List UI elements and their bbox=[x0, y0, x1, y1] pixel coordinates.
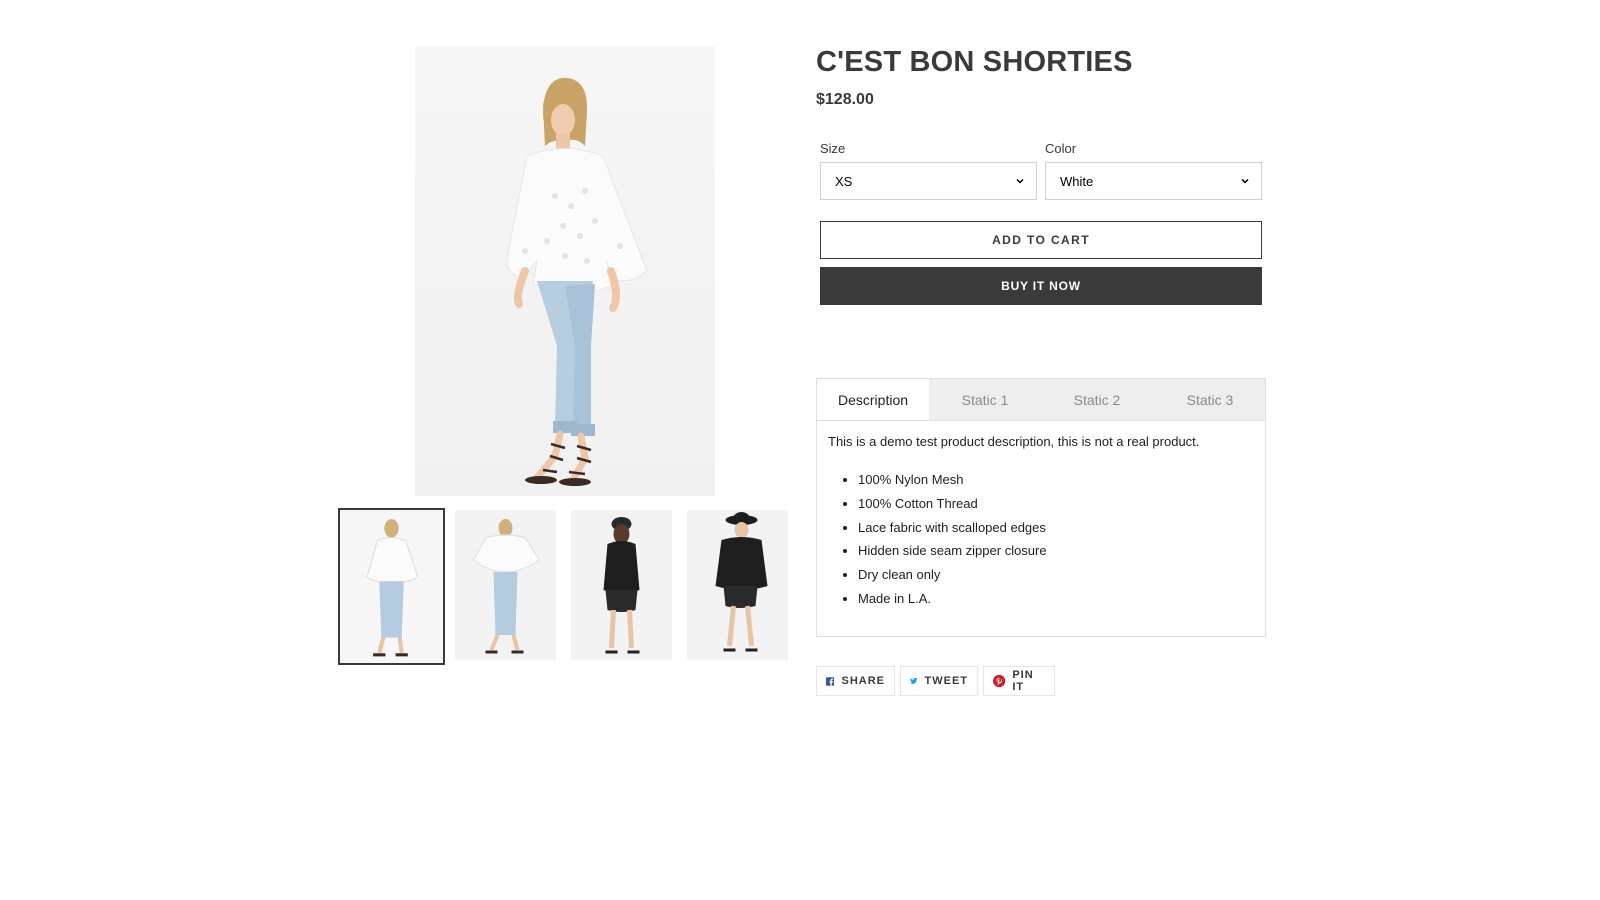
share-pinterest-button[interactable]: PIN IT bbox=[983, 666, 1055, 696]
thumbnail-2[interactable] bbox=[455, 510, 556, 660]
model-white-top-photo bbox=[506, 77, 648, 486]
share-twitter-button[interactable]: TWEET bbox=[900, 666, 978, 696]
share-pinterest-label: PIN IT bbox=[1012, 669, 1034, 693]
facebook-icon bbox=[826, 676, 835, 686]
size-selected-value: XS bbox=[835, 173, 853, 189]
color-label: Color bbox=[1045, 141, 1077, 156]
thumbnail-white-top-arms-up-photo bbox=[472, 519, 541, 654]
main-product-image[interactable] bbox=[415, 46, 715, 496]
description-list: 100% Nylon Mesh 100% Cotton Thread Lace … bbox=[828, 471, 1254, 608]
color-select[interactable]: White bbox=[1045, 162, 1262, 200]
list-item: 100% Nylon Mesh bbox=[858, 471, 1254, 489]
buy-it-now-button[interactable]: BUY IT NOW bbox=[820, 267, 1262, 305]
chevron-down-icon bbox=[1241, 178, 1249, 184]
add-to-cart-button[interactable]: ADD TO CART bbox=[820, 221, 1262, 259]
pinterest-icon bbox=[993, 674, 1006, 688]
list-item: Lace fabric with scalloped edges bbox=[858, 519, 1254, 537]
chevron-down-icon bbox=[1016, 178, 1024, 184]
share-twitter-label: TWEET bbox=[924, 675, 968, 687]
product-price: $128.00 bbox=[816, 91, 874, 108]
thumbnail-black-outfit-back-photo bbox=[603, 517, 640, 654]
thumbnail-black-outfit-hat-photo bbox=[715, 512, 768, 652]
thumbnail-white-top-photo bbox=[366, 519, 419, 657]
thumbnail-3[interactable] bbox=[571, 510, 672, 660]
tab-static-3[interactable]: Static 3 bbox=[1154, 379, 1266, 420]
product-title: C'EST BON SHORTIES bbox=[816, 46, 1133, 78]
tab-static-1[interactable]: Static 1 bbox=[929, 379, 1041, 420]
list-item: Hidden side seam zipper closure bbox=[858, 542, 1254, 560]
size-select[interactable]: XS bbox=[820, 162, 1037, 200]
tab-description[interactable]: Description bbox=[817, 379, 929, 421]
color-selected-value: White bbox=[1060, 173, 1094, 189]
product-tabs: Description Static 1 Static 2 Static 3 bbox=[816, 378, 1266, 421]
thumbnail-1[interactable] bbox=[338, 508, 445, 665]
share-facebook-button[interactable]: SHARE bbox=[816, 666, 895, 696]
thumbnail-strip bbox=[338, 508, 792, 665]
description-panel: This is a demo test product description,… bbox=[816, 420, 1266, 637]
description-intro: This is a demo test product description,… bbox=[828, 434, 1200, 449]
twitter-icon bbox=[910, 677, 918, 684]
list-item: Dry clean only bbox=[858, 566, 1254, 584]
tab-static-2[interactable]: Static 2 bbox=[1041, 379, 1153, 420]
list-item: Made in L.A. bbox=[858, 590, 1254, 608]
list-item: 100% Cotton Thread bbox=[858, 495, 1254, 513]
thumbnail-4[interactable] bbox=[687, 510, 788, 660]
share-facebook-label: SHARE bbox=[841, 675, 885, 687]
size-label: Size bbox=[820, 141, 846, 156]
